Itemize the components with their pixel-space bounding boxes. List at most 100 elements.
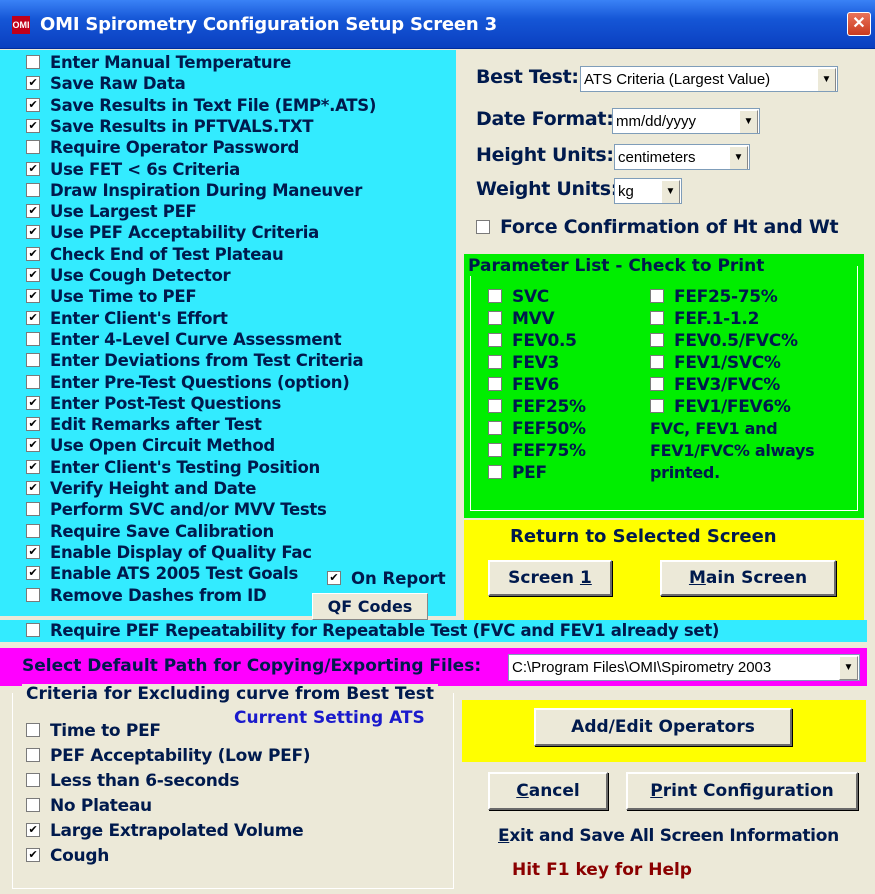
option-checkbox[interactable] <box>26 481 40 495</box>
option-checkbox[interactable] <box>26 566 40 581</box>
option-checkbox[interactable] <box>26 268 40 282</box>
option-checkbox[interactable] <box>26 55 40 69</box>
option-row[interactable]: Enter Manual Temperature <box>26 52 456 73</box>
print-configuration-button[interactable]: Print Configuration <box>626 772 858 810</box>
option-checkbox[interactable] <box>26 76 40 91</box>
option-checkbox[interactable] <box>26 417 40 432</box>
parameter-checkbox[interactable] <box>488 355 502 369</box>
parameter-checkbox[interactable] <box>488 421 502 435</box>
parameter-item[interactable]: FEV3 <box>488 352 559 374</box>
weight-units-select[interactable]: kg ▼ <box>614 178 682 204</box>
option-row[interactable]: Enter Post-Test Questions <box>26 393 456 414</box>
parameter-checkbox[interactable] <box>650 399 664 413</box>
parameter-item[interactable]: FEV1/FEV6% <box>650 396 791 418</box>
option-checkbox[interactable] <box>26 459 40 474</box>
option-checkbox[interactable] <box>26 140 40 155</box>
option-row[interactable]: Enter Deviations from Test Criteria <box>26 350 456 371</box>
parameter-item[interactable]: FEV0.5/FVC% <box>650 330 798 352</box>
main-screen-button[interactable]: Main Screen <box>660 560 836 596</box>
parameter-item[interactable]: MVV <box>488 308 555 330</box>
option-row[interactable]: Enter Pre-Test Questions (option) <box>26 372 456 393</box>
option-checkbox[interactable] <box>26 374 40 389</box>
option-row[interactable]: Edit Remarks after Test <box>26 414 456 435</box>
parameter-checkbox[interactable] <box>650 289 664 303</box>
parameter-checkbox[interactable] <box>650 377 664 391</box>
option-checkbox[interactable] <box>26 310 40 325</box>
criteria-item[interactable]: Cough <box>26 845 109 867</box>
parameter-item[interactable]: FEV0.5 <box>488 330 577 352</box>
parameter-checkbox[interactable] <box>488 377 502 391</box>
option-checkbox[interactable] <box>26 438 40 453</box>
option-checkbox[interactable] <box>26 182 40 197</box>
criteria-item[interactable]: Time to PEF <box>26 720 161 742</box>
criteria-checkbox[interactable] <box>26 798 40 812</box>
parameter-checkbox[interactable] <box>488 333 502 347</box>
option-checkbox[interactable] <box>26 395 40 410</box>
option-row[interactable]: Require Save Calibration <box>26 521 456 542</box>
parameter-item[interactable]: FEF25-75% <box>650 286 778 308</box>
chevron-down-icon[interactable]: ▼ <box>729 146 748 169</box>
pef-repeatability-option[interactable]: Require PEF Repeatability for Repeatable… <box>26 620 866 641</box>
option-row[interactable]: Use Time to PEF <box>26 286 456 307</box>
option-row[interactable]: Save Results in Text File (EMP*.ATS) <box>26 95 456 116</box>
option-checkbox[interactable] <box>26 204 40 219</box>
parameter-checkbox[interactable] <box>650 355 664 369</box>
parameter-item[interactable]: FEF25% <box>488 396 586 418</box>
parameter-item[interactable]: FEV1/SVC% <box>650 352 781 374</box>
cancel-button[interactable]: Cancel <box>488 772 608 810</box>
option-row[interactable]: Require Operator Password <box>26 137 456 158</box>
option-checkbox[interactable] <box>26 523 40 538</box>
option-row[interactable]: Perform SVC and/or MVV Tests <box>26 499 456 520</box>
parameter-item[interactable]: SVC <box>488 286 549 308</box>
option-row[interactable]: Enter Client's Testing Position <box>26 457 456 478</box>
screen-1-button[interactable]: Screen 1 <box>488 560 612 596</box>
criteria-item[interactable]: Large Extrapolated Volume <box>26 820 304 842</box>
option-row[interactable]: Save Results in PFTVALS.TXT <box>26 116 456 137</box>
option-row[interactable]: Enter 4-Level Curve Assessment <box>26 329 456 350</box>
force-confirmation-checkbox[interactable] <box>476 220 490 234</box>
force-confirmation-option[interactable]: Force Confirmation of Ht and Wt <box>476 216 839 238</box>
option-row[interactable]: Use Cough Detector <box>26 265 456 286</box>
criteria-checkbox[interactable] <box>26 823 40 837</box>
pef-repeatability-checkbox[interactable] <box>26 623 40 637</box>
option-row[interactable]: Use PEF Acceptability Criteria <box>26 222 456 243</box>
option-row[interactable]: Use FET < 6s Criteria <box>26 159 456 180</box>
option-checkbox[interactable] <box>26 225 40 240</box>
option-row[interactable]: Use Largest PEF <box>26 201 456 222</box>
on-report-option[interactable]: On Report <box>327 568 446 589</box>
option-checkbox[interactable] <box>26 502 40 517</box>
option-row[interactable]: Save Raw Data <box>26 73 456 94</box>
option-row[interactable]: Enter Client's Effort <box>26 308 456 329</box>
chevron-down-icon[interactable]: ▼ <box>661 180 680 203</box>
criteria-checkbox[interactable] <box>26 848 40 862</box>
date-format-select[interactable]: mm/dd/yyyy ▼ <box>612 108 760 134</box>
option-checkbox[interactable] <box>26 353 40 368</box>
criteria-checkbox[interactable] <box>26 773 40 787</box>
option-row[interactable]: Enable Display of Quality Fac <box>26 542 456 563</box>
option-checkbox[interactable] <box>26 587 40 602</box>
parameter-item[interactable]: PEF <box>488 462 547 484</box>
option-checkbox[interactable] <box>26 161 40 176</box>
qf-codes-button[interactable]: QF Codes <box>312 593 428 620</box>
parameter-item[interactable]: FEV6 <box>488 374 559 396</box>
criteria-item[interactable]: PEF Acceptability (Low PEF) <box>26 745 311 767</box>
close-button[interactable]: ✕ <box>847 12 871 36</box>
parameter-item[interactable]: FEF.1-1.2 <box>650 308 759 330</box>
parameter-item[interactable]: FEF75% <box>488 440 586 462</box>
parameter-item[interactable]: FEV3/FVC% <box>650 374 780 396</box>
parameter-checkbox[interactable] <box>488 443 502 457</box>
parameter-checkbox[interactable] <box>650 333 664 347</box>
parameter-checkbox[interactable] <box>488 399 502 413</box>
on-report-checkbox[interactable] <box>327 571 341 585</box>
parameter-checkbox[interactable] <box>488 289 502 303</box>
height-units-select[interactable]: centimeters ▼ <box>614 144 750 170</box>
default-path-select[interactable]: C:\Program Files\OMI\Spirometry 2003 ▼ <box>508 654 860 681</box>
criteria-item[interactable]: Less than 6-seconds <box>26 770 240 792</box>
option-row[interactable]: Draw Inspiration During Maneuver <box>26 180 456 201</box>
parameter-checkbox[interactable] <box>488 465 502 479</box>
option-row[interactable]: Verify Height and Date <box>26 478 456 499</box>
best-test-select[interactable]: ATS Criteria (Largest Value) ▼ <box>580 66 838 92</box>
parameter-checkbox[interactable] <box>488 311 502 325</box>
option-checkbox[interactable] <box>26 289 40 304</box>
criteria-checkbox[interactable] <box>26 723 40 737</box>
